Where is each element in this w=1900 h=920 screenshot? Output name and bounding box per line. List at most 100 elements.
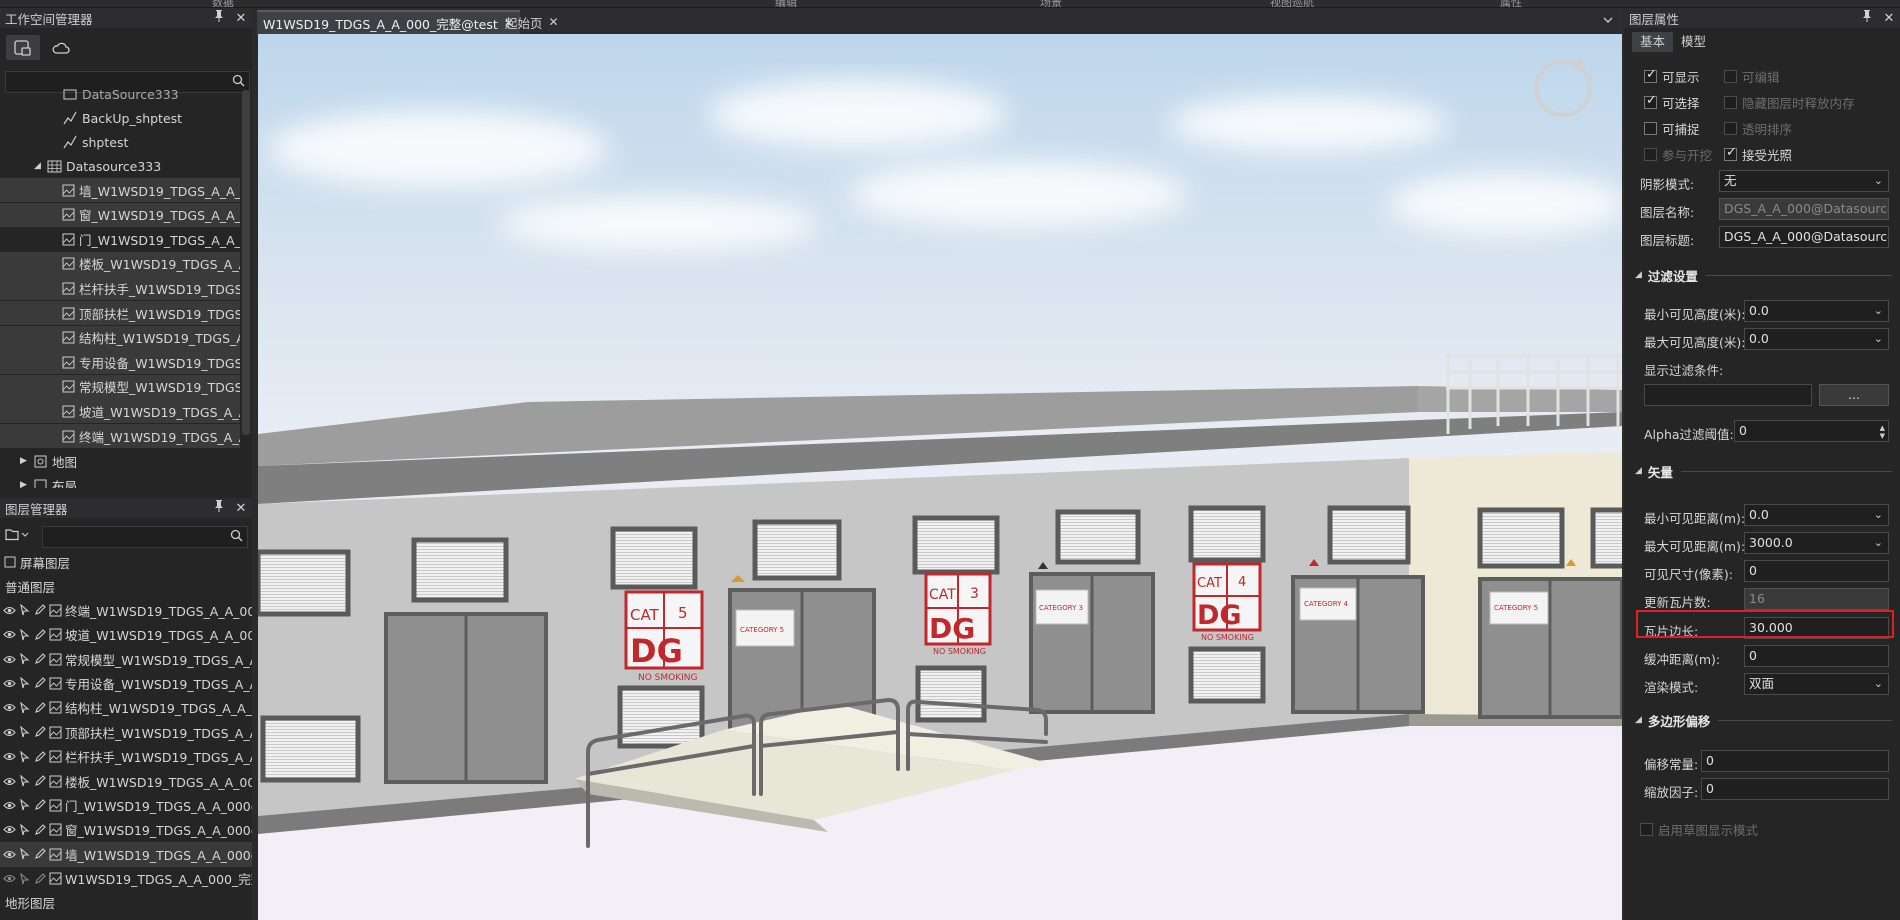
pixel-size-field[interactable]: 0 xyxy=(1744,560,1889,582)
selectable-icon[interactable] xyxy=(19,603,31,617)
visibility-eye-icon[interactable] xyxy=(3,676,16,690)
edit-pencil-icon[interactable] xyxy=(34,676,46,690)
layer-row[interactable]: 栏杆扶手_W1WSD19_TDGS_A_A_ xyxy=(0,744,252,769)
layer-row[interactable]: 坡道_W1WSD19_TDGS_A_A_000@ xyxy=(0,622,252,647)
layer-row[interactable]: 墙_W1WSD19_TDGS_A_A_000@D xyxy=(0,842,252,867)
pin-icon[interactable] xyxy=(1856,10,1878,26)
menu-edit[interactable]: 编辑 xyxy=(775,0,797,7)
filter-condition-button[interactable]: ... xyxy=(1819,384,1889,406)
render-mode-select[interactable]: 双面 ⌄ xyxy=(1744,673,1889,695)
selectable-icon[interactable] xyxy=(19,701,31,715)
selectable-icon[interactable] xyxy=(19,750,31,764)
visibility-eye-icon[interactable] xyxy=(3,603,16,617)
tree-item[interactable]: DataSource333 xyxy=(0,86,240,106)
tab-scene[interactable]: W1WSD19_TDGS_A_A_000_完整@test ✕ xyxy=(257,10,520,34)
selectable-icon[interactable] xyxy=(19,798,31,812)
workspace-tree-tab[interactable] xyxy=(6,35,40,60)
max-distance-select[interactable]: 3000.0 ⌄ xyxy=(1744,532,1889,554)
layer-row[interactable]: 门_W1WSD19_TDGS_A_A_000@D xyxy=(0,793,252,818)
edit-pencil-icon[interactable] xyxy=(34,701,46,715)
polygon-offset-section-header[interactable]: ◢ 多边形偏移 xyxy=(1635,711,1892,729)
offset-constant-field[interactable]: 0 xyxy=(1701,750,1889,772)
expand-arrow-icon[interactable]: ◢ xyxy=(34,161,46,171)
edit-pencil-icon[interactable] xyxy=(34,750,46,764)
chevron-down-icon[interactable] xyxy=(1603,12,1613,27)
selectable-icon[interactable] xyxy=(19,847,31,861)
terrain-layer-group[interactable]: 地形图层 xyxy=(0,890,252,915)
editable-checkbox[interactable]: 可编辑 xyxy=(1724,67,1780,86)
visibility-eye-icon[interactable] xyxy=(3,652,16,666)
layer-row[interactable]: 顶部扶栏_W1WSD19_TDGS_A_A_ xyxy=(0,720,252,745)
tree-item[interactable]: 结构柱_W1WSD19_TDGS_A_A xyxy=(0,325,240,350)
shadow-mode-select[interactable]: 无 ⌄ xyxy=(1719,170,1889,192)
tree-item[interactable]: ▶ 地图 xyxy=(0,449,240,473)
release-memory-checkbox[interactable]: 隐藏图层时释放内存 xyxy=(1724,93,1855,112)
tree-item[interactable]: 楼板_W1WSD19_TDGS_A_A_0 xyxy=(0,251,240,276)
selectable-checkbox[interactable]: 可选择 xyxy=(1644,93,1700,112)
layer-name-field[interactable]: DGS_A_A_000@Datasource333 xyxy=(1719,198,1889,220)
layer-caption-field[interactable]: DGS_A_A_000@Datasource333 xyxy=(1719,226,1889,248)
pin-icon[interactable] xyxy=(208,500,230,516)
tab-start-page[interactable]: 起始页 ✕ xyxy=(499,10,565,34)
tree-item[interactable]: 终端_W1WSD19_TDGS_A_A_0 xyxy=(0,424,240,448)
edit-pencil-icon[interactable] xyxy=(34,774,46,788)
normal-layer-group[interactable]: 普通图层 xyxy=(0,574,252,599)
min-height-select[interactable]: 0.0 ⌄ xyxy=(1744,300,1889,322)
layer-row[interactable]: 终端_W1WSD19_TDGS_A_A_000@ xyxy=(0,598,252,623)
edit-pencil-icon[interactable] xyxy=(34,603,46,617)
transparent-sort-checkbox[interactable]: 透明排序 xyxy=(1724,119,1792,138)
visibility-eye-icon[interactable] xyxy=(3,628,16,642)
visibility-eye-icon[interactable] xyxy=(3,725,16,739)
menu-flight[interactable]: 视图巡航 xyxy=(1270,0,1314,7)
snappable-checkbox[interactable]: 可捕捉 xyxy=(1644,119,1700,138)
folder-dropdown-icon[interactable] xyxy=(5,527,29,544)
edit-pencil-icon[interactable] xyxy=(34,872,46,886)
tree-item[interactable]: 墙_W1WSD19_TDGS_A_A_000 xyxy=(0,178,240,202)
selectable-icon[interactable] xyxy=(19,652,31,666)
menu-scene[interactable]: 场景 xyxy=(1040,0,1062,7)
edit-pencil-icon[interactable] xyxy=(34,847,46,861)
close-icon[interactable]: ✕ xyxy=(230,501,252,516)
tree-item[interactable]: 门_W1WSD19_TDGS_A_A_000 xyxy=(0,227,240,251)
tree-item[interactable]: 专用设备_W1WSD19_TDGS_A xyxy=(0,350,240,375)
tree-item[interactable]: 常规模型_W1WSD19_TDGS_A xyxy=(0,374,240,399)
excavate-checkbox[interactable]: 参与开挖 xyxy=(1644,145,1712,164)
search-icon[interactable] xyxy=(230,529,243,545)
edit-pencil-icon[interactable] xyxy=(34,725,46,739)
visibility-eye-icon[interactable] xyxy=(3,774,16,788)
cloud-tab[interactable] xyxy=(44,35,78,60)
expand-arrow-icon[interactable]: ▶ xyxy=(20,480,32,488)
menu-data[interactable]: 数据 xyxy=(212,0,234,7)
edit-pencil-icon[interactable] xyxy=(34,628,46,642)
accept-light-checkbox[interactable]: 接受光照 xyxy=(1724,145,1792,164)
layer-row[interactable]: 常规模型_W1WSD19_TDGS_A_A_ xyxy=(0,647,252,672)
vector-section-header[interactable]: ◢ 矢量 xyxy=(1635,462,1892,480)
scene-viewport[interactable]: CAT 5 DG NO SMOKING CAT 3 DG NO SMOKING … xyxy=(258,34,1622,920)
tab-model[interactable]: 模型 xyxy=(1673,32,1714,52)
selectable-icon[interactable] xyxy=(19,823,31,837)
scale-factor-field[interactable]: 0 xyxy=(1701,778,1889,800)
screen-layer-group[interactable]: 屏幕图层 xyxy=(0,550,252,575)
close-icon[interactable]: ✕ xyxy=(230,11,252,26)
filter-section-header[interactable]: ◢ 过滤设置 xyxy=(1635,266,1892,284)
buffer-distance-field[interactable]: 0 xyxy=(1744,645,1889,667)
edit-pencil-icon[interactable] xyxy=(34,823,46,837)
pin-icon[interactable] xyxy=(208,10,230,26)
visibility-eye-icon[interactable] xyxy=(3,872,16,886)
selectable-icon[interactable] xyxy=(19,774,31,788)
expand-arrow-icon[interactable]: ▶ xyxy=(20,456,32,466)
tree-item[interactable]: BackUp_shptest xyxy=(0,106,240,130)
workspace-scrollbar[interactable] xyxy=(242,90,250,435)
menu-props[interactable]: 属性 xyxy=(1500,0,1522,7)
visibility-eye-icon[interactable] xyxy=(3,798,16,812)
tree-item[interactable]: 坡道_W1WSD19_TDGS_A_A_0 xyxy=(0,399,240,424)
visibility-eye-icon[interactable] xyxy=(3,701,16,715)
tree-item[interactable]: 栏杆扶手_W1WSD19_TDGS_A xyxy=(0,276,240,301)
edit-pencil-icon[interactable] xyxy=(34,798,46,812)
selectable-icon[interactable] xyxy=(19,872,31,886)
layer-row[interactable]: 专用设备_W1WSD19_TDGS_A_A_ xyxy=(0,671,252,696)
selectable-icon[interactable] xyxy=(19,628,31,642)
selectable-icon[interactable] xyxy=(19,676,31,690)
layer-row[interactable]: 楼板_W1WSD19_TDGS_A_A_000@ xyxy=(0,769,252,794)
sketch-mode-checkbox[interactable]: 启用草图显示模式 xyxy=(1640,820,1758,839)
